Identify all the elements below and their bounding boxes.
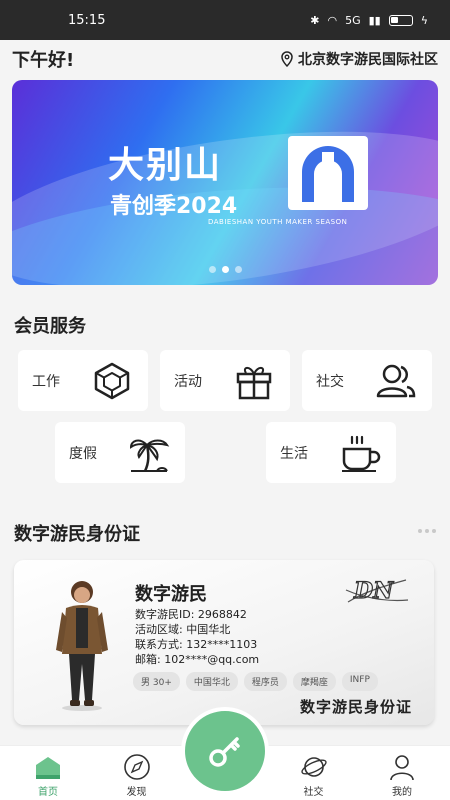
- identity-name: 数字游民: [135, 584, 207, 605]
- service-label: 生活: [280, 445, 308, 462]
- service-social[interactable]: 社交: [302, 350, 432, 411]
- people-icon: [376, 364, 416, 397]
- banner-dot-active[interactable]: [221, 266, 229, 273]
- identity-id: 数字游民ID: 2968842: [135, 608, 247, 621]
- identity-phone: 联系方式: 132****1103: [135, 638, 258, 651]
- signal-icon: ▮▮: [368, 13, 381, 27]
- location-selector[interactable]: 北京数字游民国际社区: [280, 49, 438, 69]
- key-button[interactable]: [181, 707, 269, 795]
- promo-banner[interactable]: 大别山 青创季2024 DABIESHAN YOUTH MAKER SEASON: [12, 80, 438, 285]
- battery-icon: [388, 14, 413, 26]
- location-pin-icon: [281, 51, 293, 67]
- palm-tree-icon: [129, 439, 170, 472]
- service-label: 活动: [174, 373, 202, 390]
- banner-dot[interactable]: [234, 266, 242, 273]
- service-label: 社交: [316, 373, 344, 390]
- member-services-title: 会员服务: [14, 316, 86, 337]
- identity-tag: 程序员: [243, 672, 287, 691]
- greeting: 下午好!: [12, 50, 75, 71]
- wifi-icon: ◠: [327, 13, 338, 27]
- user-icon: [390, 755, 414, 781]
- compass-icon: [123, 754, 150, 780]
- identity-card-label: 数字游民身份证: [299, 698, 412, 716]
- gift-icon: [236, 366, 272, 399]
- service-life[interactable]: 生活: [266, 422, 396, 483]
- identity-tag: INFP: [341, 672, 378, 691]
- nav-label: 社交: [303, 787, 324, 798]
- service-vacation[interactable]: 度假: [55, 422, 185, 483]
- banner-dot[interactable]: [208, 266, 216, 273]
- banner-pagination: [12, 266, 438, 273]
- dn-logo-icon: DN: [345, 577, 409, 605]
- status-bar: 15:15 ✱ ◠ 5G ▮▮ ϟ: [0, 0, 450, 40]
- box-icon: [94, 362, 130, 399]
- identity-tag: 中国华北: [185, 672, 238, 691]
- identity-email: 邮箱: 102****@qq.com: [135, 653, 260, 666]
- banner-tagline: DABIESHAN YOUTH MAKER SEASON: [208, 218, 348, 226]
- status-icons: ✱ ◠ 5G ▮▮ ϟ: [310, 14, 428, 27]
- location-label: 北京数字游民国际社区: [298, 52, 438, 68]
- nav-label: 首页: [38, 787, 58, 798]
- nav-profile[interactable]: 我的: [372, 746, 432, 800]
- identity-details: 数字游民ID: 2968842 活动区域: 中国华北 联系方式: 132****…: [135, 607, 259, 667]
- more-options-icon[interactable]: [418, 529, 436, 533]
- banner-subtitle: 青创季2024: [110, 194, 238, 219]
- nav-discover[interactable]: 发现: [107, 746, 167, 800]
- identity-section-title: 数字游民身份证: [14, 524, 140, 545]
- mountain-logo-icon: [288, 136, 368, 210]
- identity-tag: 摩羯座: [292, 672, 336, 691]
- key-icon: [209, 737, 240, 767]
- service-label: 工作: [32, 373, 60, 390]
- nav-label: 发现: [126, 787, 147, 798]
- network-label: 5G: [345, 13, 361, 27]
- nav-home[interactable]: 首页: [18, 746, 78, 800]
- home-icon: [36, 757, 60, 779]
- charging-icon: ϟ: [420, 13, 428, 27]
- service-work[interactable]: 工作: [18, 350, 148, 411]
- bluetooth-icon: ✱: [310, 13, 320, 27]
- identity-card[interactable]: 数字游民 数字游民ID: 2968842 活动区域: 中国华北 联系方式: 13…: [14, 560, 434, 725]
- dn-logo-text: DN: [353, 578, 394, 604]
- identity-tag: 男 30+: [133, 672, 180, 691]
- service-label: 度假: [69, 445, 97, 462]
- service-activity[interactable]: 活动: [160, 350, 290, 411]
- status-time: 15:15: [68, 12, 106, 28]
- banner-title: 大别山: [108, 145, 223, 186]
- nav-social[interactable]: 社交: [284, 746, 344, 800]
- identity-region: 活动区域: 中国华北: [135, 623, 231, 636]
- planet-icon: [300, 757, 327, 777]
- identity-tags: 男 30+ 中国华北 程序员 摩羯座 INFP: [133, 672, 378, 691]
- header: 下午好! 北京数字游民国际社区: [0, 40, 450, 78]
- avatar: [56, 581, 108, 711]
- nav-label: 我的: [392, 787, 412, 798]
- coffee-cup-icon: [342, 435, 381, 472]
